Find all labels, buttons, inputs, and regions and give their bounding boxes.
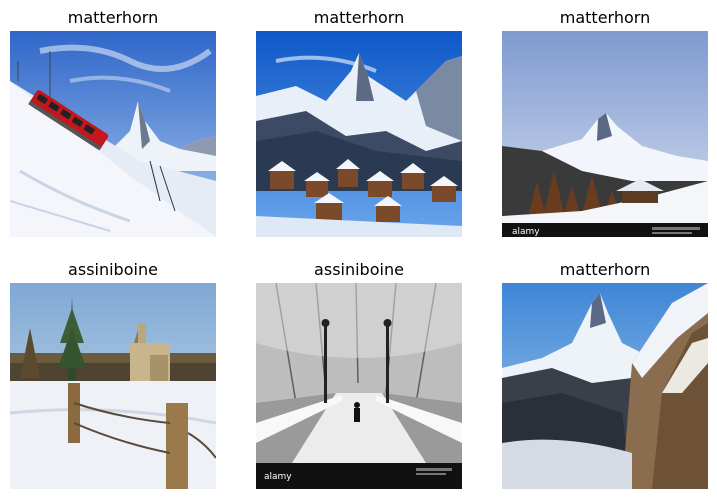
watermark-text: alamy xyxy=(512,227,540,237)
chalet-image: alamy xyxy=(502,31,708,237)
image-label: matterhorn xyxy=(67,8,159,27)
watermark-text: alamy xyxy=(264,472,292,482)
image-grid: matterhorn matterhorn matterhorn alamy a… xyxy=(0,0,717,499)
image-label: matterhorn xyxy=(559,8,651,27)
cliff-image xyxy=(502,283,708,489)
church-fence-image xyxy=(10,283,216,489)
image-label: assiniboine xyxy=(68,260,158,279)
train-slope-image xyxy=(10,31,216,237)
village-image xyxy=(256,31,462,237)
image-label: matterhorn xyxy=(313,8,405,27)
snowy-bridge-image: alamy xyxy=(256,283,462,489)
image-label: matterhorn xyxy=(559,260,651,279)
image-label: assiniboine xyxy=(314,260,404,279)
